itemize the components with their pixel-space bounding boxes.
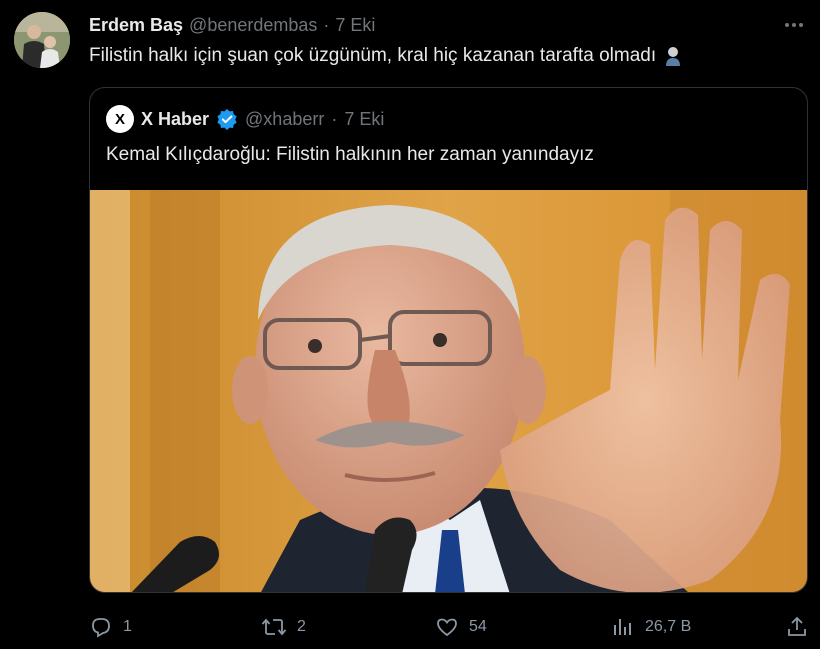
author-name[interactable]: Erdem Baş (89, 15, 183, 36)
avatar-image (14, 12, 70, 68)
tweet-date[interactable]: 7 Eki (335, 15, 375, 36)
views-button[interactable]: 26,7 B (611, 612, 691, 642)
heart-icon (437, 618, 457, 637)
reply-count: 1 (123, 618, 132, 635)
person-facepalm-emoji-icon (666, 47, 681, 66)
more-options-icon[interactable] (782, 13, 806, 37)
quoted-separator: · (331, 108, 338, 129)
repost-count: 2 (297, 618, 306, 635)
view-count: 26,7 B (645, 618, 692, 635)
share-button[interactable] (785, 612, 809, 642)
tweet-text-line: Filistin halkı için şuan çok üzgünüm, kr… (89, 45, 684, 67)
quoted-author-handle[interactable]: @xhaberr (245, 109, 324, 130)
author-avatar[interactable] (14, 12, 70, 68)
like-count: 54 (469, 618, 487, 635)
repost-button[interactable]: 2 (261, 612, 306, 642)
tweet-text: Filistin halkı için şuan çok üzgünüm, kr… (89, 45, 657, 66)
like-button[interactable]: 54 (435, 612, 487, 642)
quoted-author-name[interactable]: X Haber (141, 109, 209, 130)
tweet-actions: 1 2 54 26,7 B (89, 612, 811, 642)
quoted-date[interactable]: 7 Eki (344, 109, 384, 130)
reply-icon (92, 618, 110, 638)
repost-icon (261, 618, 287, 636)
quoted-tweet-header: X X Haber @xhaberr · 7 Eki (106, 105, 384, 133)
header-separator: · (323, 14, 330, 35)
quoted-tweet-photo[interactable] (90, 190, 807, 592)
author-handle[interactable]: @benerdembas (189, 15, 317, 36)
politician-photo (90, 190, 807, 592)
quoted-tweet[interactable]: X X Haber @xhaberr · 7 Eki Kemal Kılıçda… (89, 87, 808, 593)
verified-badge-icon (217, 109, 237, 130)
quoted-tweet-text: Kemal Kılıçdaroğlu: Filistin halkının he… (106, 144, 594, 165)
share-icon (788, 616, 806, 636)
logo-text: X (114, 110, 125, 128)
reply-button[interactable]: 1 (89, 612, 132, 642)
tweet-header: Erdem Baş @benerdembas · 7 Eki (89, 13, 375, 37)
views-chart-icon (614, 619, 631, 635)
x-haber-logo[interactable]: X (106, 105, 134, 133)
